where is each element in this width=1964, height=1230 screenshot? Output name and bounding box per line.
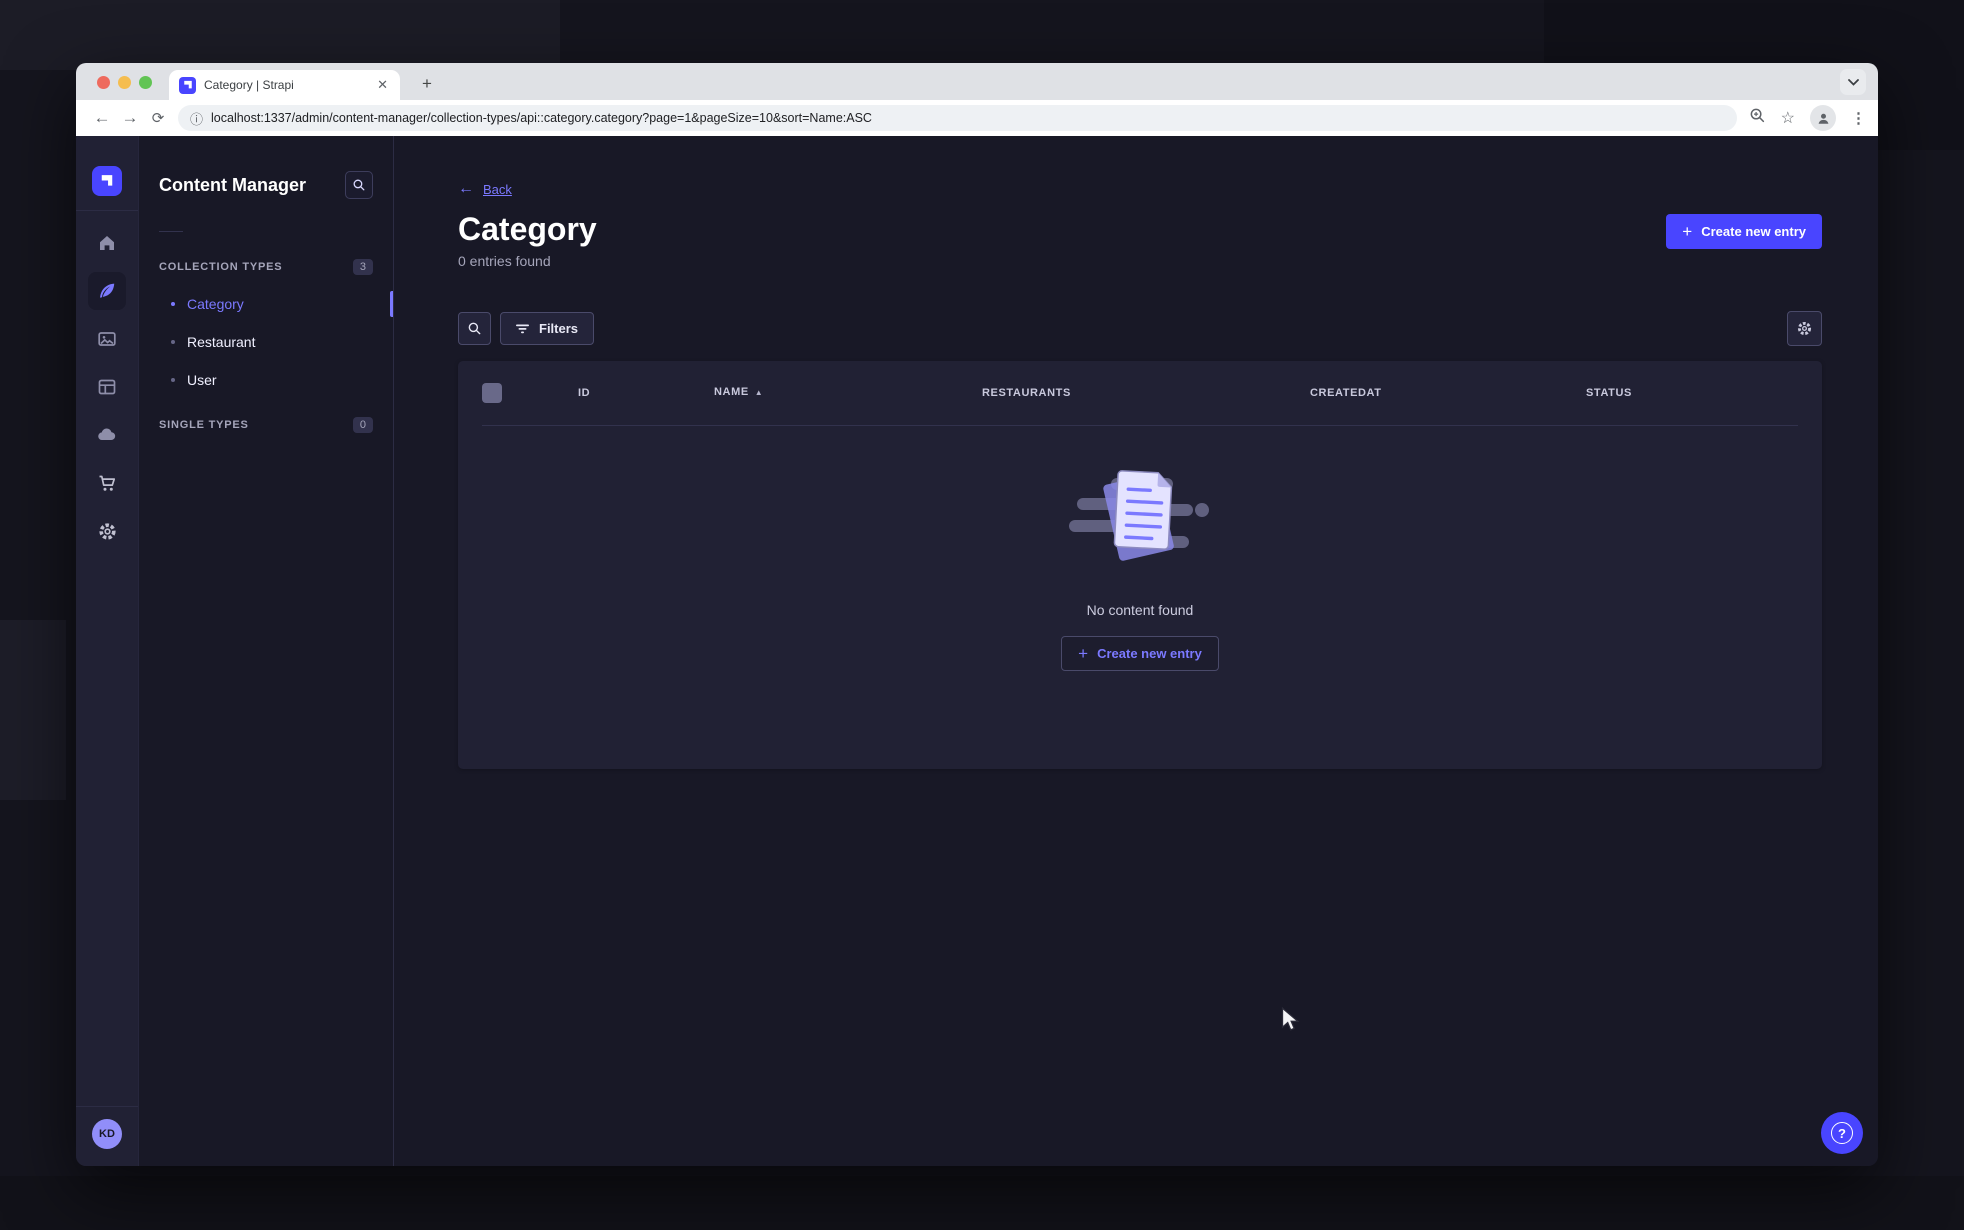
divider: [76, 1106, 138, 1107]
plus-icon: +: [1078, 644, 1089, 663]
window-controls: [97, 76, 152, 89]
browser-tab[interactable]: Category | Strapi ✕: [169, 70, 400, 100]
site-info-icon[interactable]: ⓘ: [190, 109, 203, 128]
address-bar[interactable]: ⓘ localhost:1337/admin/content-manager/c…: [178, 105, 1737, 131]
question-mark-icon: ?: [1831, 1122, 1853, 1144]
subnav-search-button[interactable]: [345, 171, 373, 199]
new-tab-button[interactable]: +: [414, 71, 440, 97]
empty-state: No content found + Create new entry: [458, 426, 1822, 769]
column-header-restaurants: RESTAURANTS: [982, 387, 1071, 399]
browser-profile-avatar[interactable]: [1810, 105, 1836, 131]
column-header-id[interactable]: ID: [578, 387, 590, 399]
browser-menu-icon[interactable]: ⋮: [1851, 109, 1866, 127]
bullet-icon: [171, 378, 175, 382]
empty-create-entry-button[interactable]: + Create new entry: [1061, 636, 1219, 671]
desktop-shape: [0, 0, 560, 70]
sort-asc-icon: ▲: [754, 387, 764, 397]
browser-tab-bar: Category | Strapi ✕ +: [76, 63, 1878, 100]
empty-message: No content found: [1086, 602, 1194, 618]
forward-nav-icon[interactable]: →: [116, 108, 144, 128]
sidebar-item-category[interactable]: Category: [139, 285, 393, 323]
back-arrow-icon: ←: [458, 180, 474, 197]
filter-icon: [516, 324, 529, 333]
strapi-app: KD Content Manager COLLECTION TYPES 3 Ca…: [76, 136, 1878, 1166]
back-nav-icon[interactable]: ←: [88, 108, 116, 128]
divider: [159, 231, 183, 232]
bookmark-star-icon[interactable]: ☆: [1781, 108, 1795, 128]
browser-window: Category | Strapi ✕ + ← → ⟳ ⓘ localhost:…: [76, 63, 1878, 1166]
collection-types-badge: 3: [352, 259, 373, 275]
plus-icon: +: [1682, 222, 1693, 241]
filters-label: Filters: [539, 321, 579, 336]
desktop-shape: [0, 620, 66, 800]
page-title: Category: [458, 211, 597, 247]
zoom-window-button[interactable]: [139, 76, 152, 89]
view-settings-button[interactable]: [1787, 311, 1822, 346]
nav-cloud-icon[interactable]: [88, 416, 126, 454]
single-types-badge: 0: [352, 417, 373, 433]
user-avatar[interactable]: KD: [92, 1119, 122, 1149]
nav-marketplace-icon[interactable]: [88, 464, 126, 502]
sidebar-item-label: Category: [187, 296, 244, 312]
search-button[interactable]: [458, 312, 491, 345]
sidebar-item-label: User: [187, 372, 217, 388]
content-manager-subnav: Content Manager COLLECTION TYPES 3 Categ…: [139, 136, 394, 1166]
select-all-checkbox[interactable]: [482, 383, 502, 403]
single-types-label: SINGLE TYPES: [159, 419, 249, 431]
zoom-page-icon[interactable]: [1749, 107, 1766, 129]
strapi-favicon-icon: [179, 76, 196, 94]
tab-close-icon[interactable]: ✕: [375, 77, 390, 93]
subnav-title: Content Manager: [159, 174, 307, 195]
desktop-shape: [0, 1176, 1964, 1230]
main-navigation: KD: [76, 136, 139, 1166]
back-link[interactable]: ← Back: [458, 180, 1822, 198]
active-indicator: [390, 291, 393, 317]
browser-toolbar: ← → ⟳ ⓘ localhost:1337/admin/content-man…: [76, 100, 1878, 136]
no-content-illustration: [1069, 470, 1209, 561]
column-header-status: STATUS: [1586, 387, 1632, 399]
nav-content-manager-icon[interactable]: [88, 272, 126, 310]
collection-types-label: COLLECTION TYPES: [159, 261, 283, 273]
main-content: ← Back Category 0 entries found + Create…: [394, 136, 1878, 1166]
sidebar-item-label: Restaurant: [187, 334, 256, 350]
tab-title: Category | Strapi: [204, 78, 294, 92]
back-label: Back: [483, 181, 512, 197]
close-window-button[interactable]: [97, 76, 110, 89]
create-entry-label: Create new entry: [1701, 224, 1806, 239]
reload-icon[interactable]: ⟳: [144, 109, 172, 127]
url-text: localhost:1337/admin/content-manager/col…: [211, 111, 872, 125]
sidebar-item-user[interactable]: User: [139, 361, 393, 399]
divider: [76, 210, 138, 211]
column-header-createdat: CREATEDAT: [1310, 387, 1382, 399]
nav-media-library-icon[interactable]: [88, 320, 126, 358]
nav-home-icon[interactable]: [88, 224, 126, 262]
entries-table: ID NAME ▲ RESTAURANTS CREATEDAT STATUS N…: [458, 361, 1822, 769]
entries-count: 0 entries found: [458, 253, 551, 269]
bullet-icon: [171, 340, 175, 344]
help-button[interactable]: ?: [1821, 1112, 1863, 1154]
table-header-row: ID NAME ▲ RESTAURANTS CREATEDAT STATUS: [458, 361, 1822, 426]
filters-button[interactable]: Filters: [500, 312, 595, 345]
create-entry-button[interactable]: + Create new entry: [1666, 214, 1822, 249]
column-header-name[interactable]: NAME ▲: [714, 386, 763, 398]
nav-content-type-builder-icon[interactable]: [88, 368, 126, 406]
bullet-icon: [171, 302, 175, 306]
nav-settings-icon[interactable]: [88, 512, 126, 550]
tab-search-chevron-icon[interactable]: [1840, 69, 1866, 95]
strapi-logo[interactable]: [92, 166, 122, 196]
sidebar-item-restaurant[interactable]: Restaurant: [139, 323, 393, 361]
column-header-name-label: NAME: [714, 386, 749, 398]
empty-create-entry-label: Create new entry: [1097, 646, 1202, 661]
minimize-window-button[interactable]: [118, 76, 131, 89]
